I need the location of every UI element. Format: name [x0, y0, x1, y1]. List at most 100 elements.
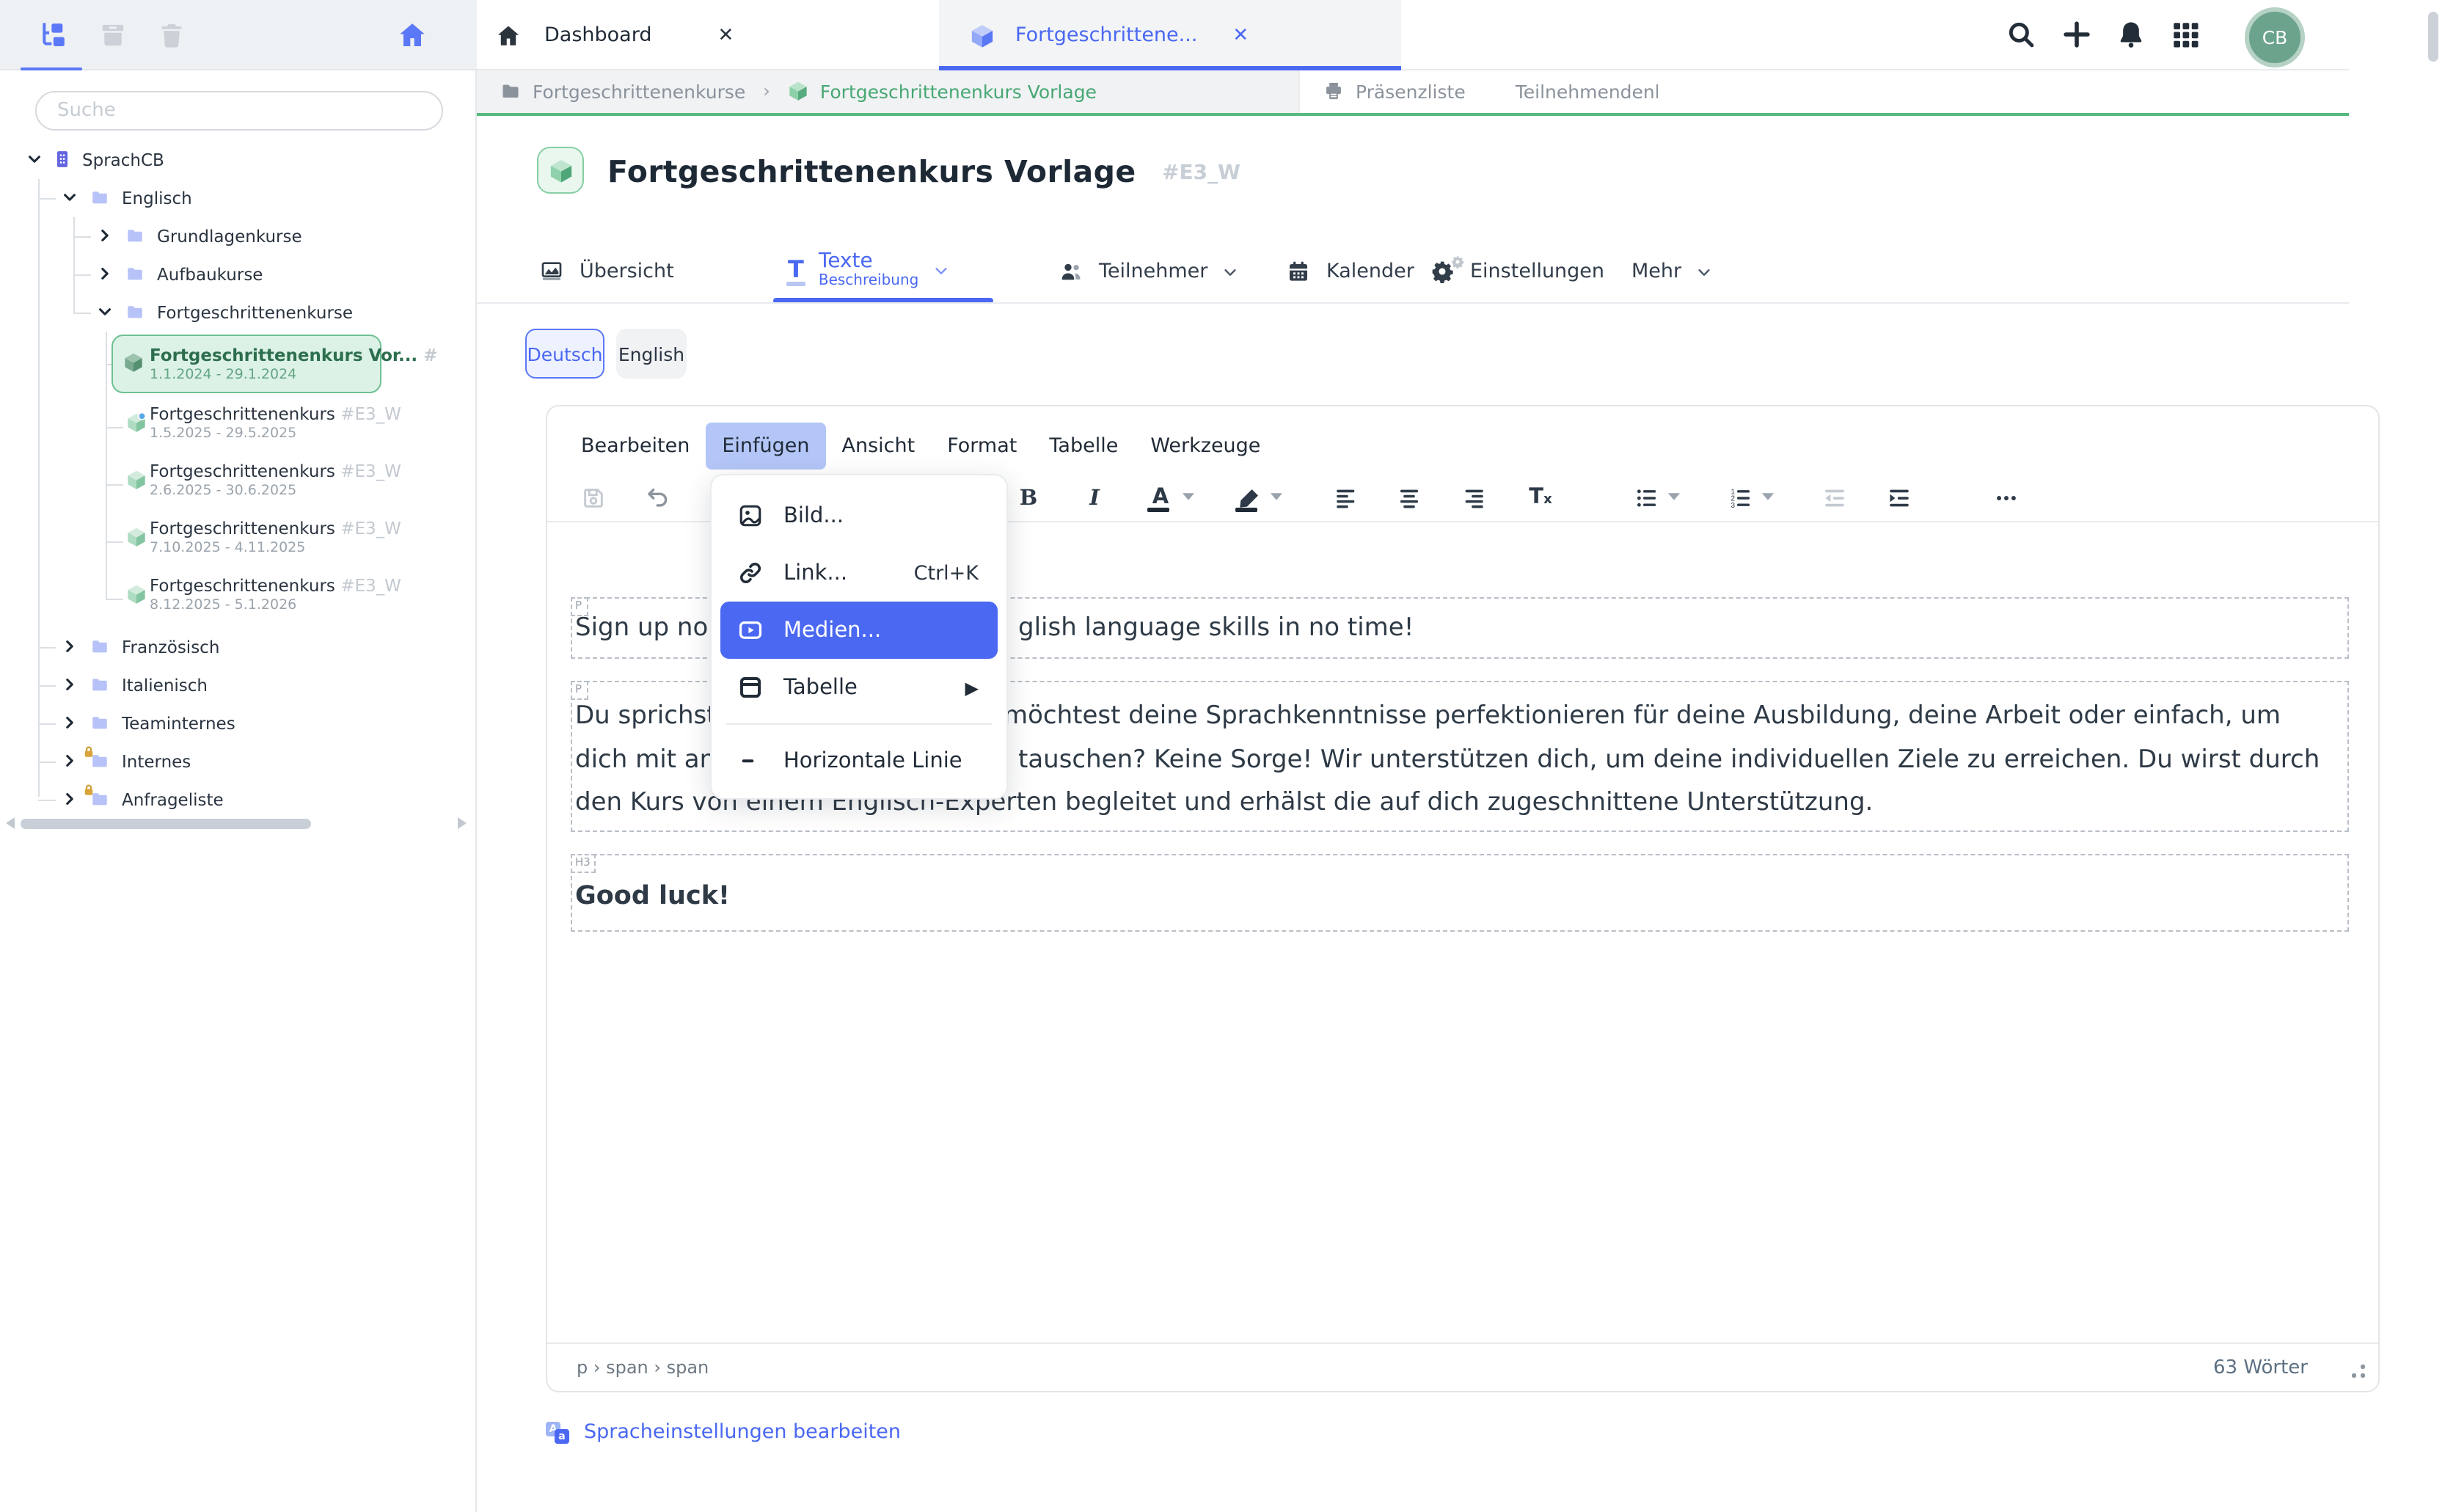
chevron-right-icon[interactable] — [62, 753, 78, 769]
language-tab-english[interactable]: English — [616, 329, 687, 379]
tree-item-teaminternes[interactable]: Teaminternes — [0, 704, 477, 742]
tab-dashboard[interactable]: Dashboard✕ — [496, 0, 734, 70]
print-action[interactable]: Präsenzliste — [1323, 81, 1466, 103]
numbered-list-icon[interactable]: 123 — [1721, 478, 1759, 516]
save-icon[interactable] — [574, 478, 612, 516]
menu-item-medien[interactable]: Medien... — [720, 602, 998, 659]
tabs-divider — [477, 302, 2349, 304]
tree-item-course[interactable]: Fortgeschrittenenkurs #E3_W7.10.2025 - 4… — [0, 514, 477, 571]
folder-icon — [89, 188, 110, 207]
lock-icon — [82, 784, 95, 797]
italic-icon[interactable]: I — [1075, 478, 1114, 516]
highlight-icon[interactable] — [1229, 478, 1268, 516]
language-settings-label: Spracheinstellungen bearbeiten — [584, 1420, 901, 1444]
folder-icon — [89, 713, 110, 732]
tree-item-franz-sisch[interactable]: Französisch — [0, 628, 477, 666]
chevron-right-icon[interactable] — [62, 715, 78, 731]
menu-item-horizontalelinie[interactable]: Horizontale Linie — [720, 732, 998, 789]
indent-icon[interactable] — [1879, 478, 1918, 516]
caret-down-icon[interactable] — [1183, 493, 1194, 500]
chevron-right-icon[interactable] — [62, 638, 78, 654]
menu-werkzeuge[interactable]: Werkzeuge — [1134, 423, 1276, 470]
editor-heading[interactable]: H3 Good luck! — [571, 854, 2349, 932]
course-code: #E3_W — [340, 403, 401, 424]
chevron-down-icon[interactable] — [62, 189, 78, 205]
tree-item-aufbaukurse[interactable]: Aufbaukurse — [0, 255, 477, 293]
menu-item-link[interactable]: Link...Ctrl+K — [720, 544, 998, 602]
menu-format[interactable]: Format — [931, 423, 1033, 470]
text-icon: T — [788, 258, 804, 282]
clear-format-icon[interactable]: Tx — [1521, 478, 1560, 516]
tab-mehr[interactable]: Mehr — [1631, 260, 1712, 283]
undo-icon[interactable] — [638, 478, 676, 516]
language-settings-link[interactable]: Aa Spracheinstellungen bearbeiten — [546, 1420, 901, 1444]
horizontal-scrollbar-thumb[interactable] — [21, 819, 311, 829]
tree-item-anfrageliste[interactable]: Anfrageliste — [0, 781, 477, 819]
menu-item-tabelle[interactable]: Tabelle▶ — [720, 659, 998, 716]
scroll-left-arrow-icon[interactable] — [6, 817, 15, 829]
outdent-icon[interactable] — [1815, 478, 1853, 516]
tree-item-italienisch[interactable]: Italienisch — [0, 666, 477, 704]
search-icon[interactable] — [2006, 19, 2036, 50]
close-icon[interactable]: ✕ — [1232, 24, 1249, 46]
tab-label: Kalender — [1326, 260, 1414, 283]
menu-ansicht[interactable]: Ansicht — [826, 423, 932, 470]
tab-einstellungen[interactable]: Einstellungen — [1430, 260, 1604, 283]
language-tab-deutsch[interactable]: Deutsch — [525, 329, 604, 379]
tree-item-sprachcb[interactable]: SprachCB — [0, 141, 477, 179]
chevron-right-icon[interactable] — [97, 227, 113, 244]
close-icon[interactable]: ✕ — [718, 24, 734, 46]
chevron-down-icon[interactable] — [97, 304, 113, 320]
caret-down-icon[interactable] — [1668, 493, 1680, 500]
menu-einfügen[interactable]: Einfügen — [706, 423, 825, 470]
apps-grid-icon[interactable] — [2170, 19, 2201, 50]
tree-item-course[interactable]: Fortgeschrittenenkurs #E3_W8.12.2025 - 5… — [0, 571, 477, 628]
vertical-scrollbar-thumb[interactable] — [2428, 12, 2438, 62]
more-icon[interactable] — [1987, 478, 2025, 516]
align-right-icon[interactable] — [1454, 478, 1492, 516]
caret-down-icon[interactable] — [1762, 493, 1774, 500]
bell-icon[interactable] — [2116, 19, 2146, 50]
element-path[interactable]: p › span › span — [577, 1357, 709, 1378]
scroll-right-arrow-icon[interactable] — [458, 817, 467, 829]
breadcrumb: Fortgeschrittenenkurse›Fortgeschrittenen… — [477, 70, 1298, 112]
tree-item-course[interactable]: Fortgeschrittenenkurs #E3_W1.5.2025 - 29… — [0, 399, 477, 456]
insert-dropdown-menu: Bild...Link...Ctrl+KMedien...Tabelle▶ Hor… — [710, 474, 1008, 800]
tab-fortgeschrittene[interactable]: Fortgeschrittene...✕ — [970, 0, 1249, 70]
tree-item-internes[interactable]: Internes — [0, 742, 477, 781]
tree-item-label: Anfrageliste — [122, 789, 224, 810]
menu-item-bild[interactable]: Bild... — [720, 487, 998, 544]
caret-down-icon[interactable] — [1271, 493, 1282, 500]
action-label: Teilnehmendenli… — [1516, 81, 1658, 103]
tree-item-englisch[interactable]: Englisch — [0, 179, 477, 217]
menu-tabelle[interactable]: Tabelle — [1033, 423, 1134, 470]
align-center-icon[interactable] — [1389, 478, 1428, 516]
bold-icon[interactable]: B — [1009, 478, 1048, 516]
tree-item-fortgeschrittenenkurse[interactable]: Fortgeschrittenenkurse — [0, 293, 477, 332]
chevron-right-icon[interactable] — [62, 791, 78, 807]
tab-kalender[interactable]: Kalender — [1287, 260, 1414, 283]
tree-item-grundlagenkurse[interactable]: Grundlagenkurse — [0, 217, 477, 255]
bullet-list-icon[interactable] — [1627, 478, 1665, 516]
tab-texte[interactable]: T Texte Beschreibung — [788, 251, 949, 289]
menu-bearbeiten[interactable]: Bearbeiten — [565, 423, 706, 470]
chevron-right-icon[interactable] — [62, 676, 78, 693]
chevron-down-icon[interactable] — [26, 151, 43, 167]
menu-item-label: Link... — [783, 561, 847, 585]
print-action[interactable]: Teilnehmendenli… — [1504, 81, 1658, 103]
course-dates: 8.12.2025 - 5.1.2026 — [150, 597, 296, 613]
avatar[interactable]: CB — [2245, 7, 2305, 67]
tree-item-course[interactable]: Fortgeschrittenenkurs Vor... #1.1.2024 -… — [0, 332, 477, 399]
sidebar: SprachCBEnglischGrundlagenkurseAufbaukur… — [0, 0, 477, 1512]
breadcrumb-item-folder[interactable]: Fortgeschrittenenkurse — [500, 81, 745, 103]
tab-uebersicht[interactable]: Übersicht — [540, 260, 674, 283]
chevron-right-icon[interactable] — [97, 266, 113, 282]
folder-icon — [125, 302, 145, 321]
breadcrumb-item-current[interactable]: Fortgeschrittenenkurs Vorlage — [788, 81, 1097, 103]
tree-item-course[interactable]: Fortgeschrittenenkurs #E3_W2.6.2025 - 30… — [0, 456, 477, 514]
resize-grip-icon[interactable] — [2352, 1365, 2365, 1378]
text-color-icon[interactable]: A — [1141, 478, 1180, 516]
tab-teilnehmer[interactable]: Teilnehmer — [1059, 260, 1238, 283]
plus-icon[interactable] — [2061, 19, 2092, 50]
align-left-icon[interactable] — [1326, 478, 1364, 516]
